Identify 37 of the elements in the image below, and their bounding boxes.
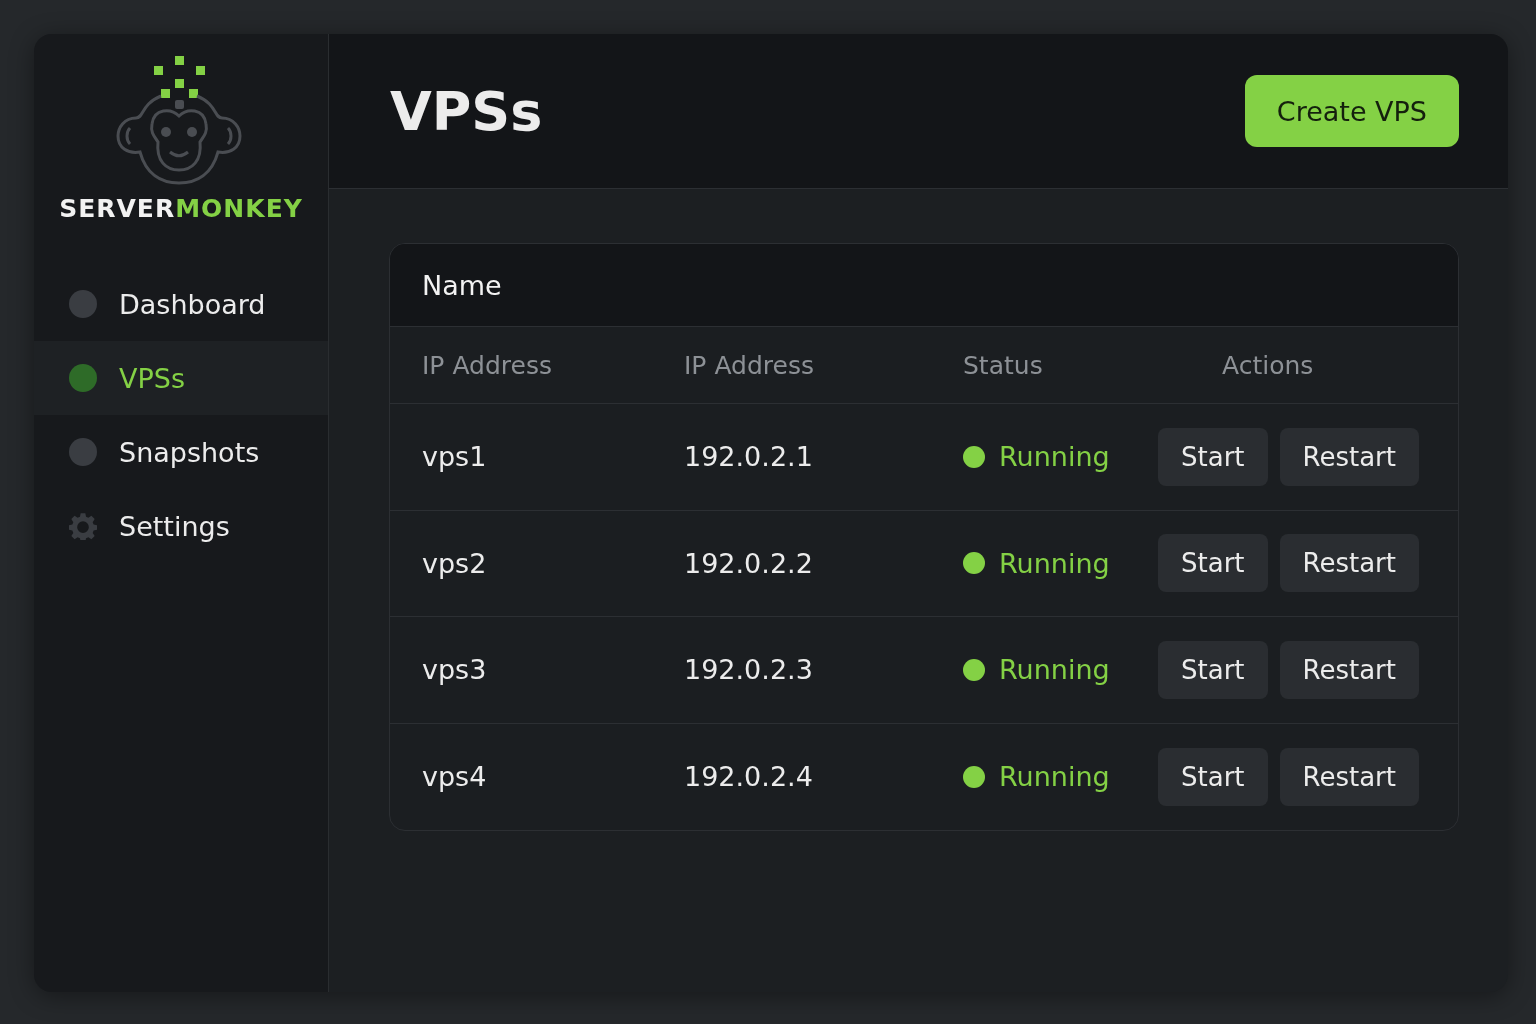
table-title: Name xyxy=(390,244,1458,327)
action-button[interactable]: Restart xyxy=(1279,747,1419,806)
dot-icon xyxy=(69,364,97,392)
page-title: VPSs xyxy=(390,79,543,143)
brand-name: SERVER xyxy=(59,194,176,223)
action-button[interactable]: Start xyxy=(1158,747,1268,806)
action-button[interactable]: Restart xyxy=(1279,640,1419,699)
table-cell-text: vps4 xyxy=(422,761,488,793)
table-cell-text: vps3 xyxy=(422,654,488,686)
column-header: Actions xyxy=(1221,350,1315,380)
sidebar-item[interactable]: VPSs xyxy=(34,341,328,415)
table-cell-text: vps2 xyxy=(422,547,488,579)
brand-name-accent: MONKEY xyxy=(175,194,303,223)
column-header: IP Address xyxy=(422,350,553,380)
table-cell-text: vps1 xyxy=(422,441,488,473)
sidebar-item[interactable]: Snapshots xyxy=(34,415,328,489)
action-button[interactable]: Restart xyxy=(1279,427,1419,486)
status-text: Running xyxy=(999,547,1110,579)
create-vps-button[interactable]: Create VPS xyxy=(1244,75,1459,147)
table-cell-text: 192.0.2.4 xyxy=(684,761,814,793)
settings-icon xyxy=(69,512,97,540)
action-button[interactable]: Restart xyxy=(1279,534,1419,593)
status-text: Running xyxy=(999,761,1110,793)
column-header: IP Address xyxy=(684,350,815,380)
action-button[interactable]: Start xyxy=(1158,534,1268,593)
sidebar-item[interactable]: Dashboard xyxy=(34,267,328,341)
action-button[interactable]: Start xyxy=(1158,640,1268,699)
table-cell-text: 192.0.2.3 xyxy=(684,654,814,686)
sidebar-item[interactable]: Settings xyxy=(34,489,328,563)
dot-icon xyxy=(69,438,97,466)
table-cell-text: 192.0.2.1 xyxy=(684,441,814,473)
status-text: Running xyxy=(999,441,1110,473)
status-text: Running xyxy=(999,654,1110,686)
dot-icon xyxy=(69,290,97,318)
action-button[interactable]: Start xyxy=(1158,427,1268,486)
column-header: Status xyxy=(963,350,1044,380)
table-cell-text: 192.0.2.2 xyxy=(684,547,814,579)
